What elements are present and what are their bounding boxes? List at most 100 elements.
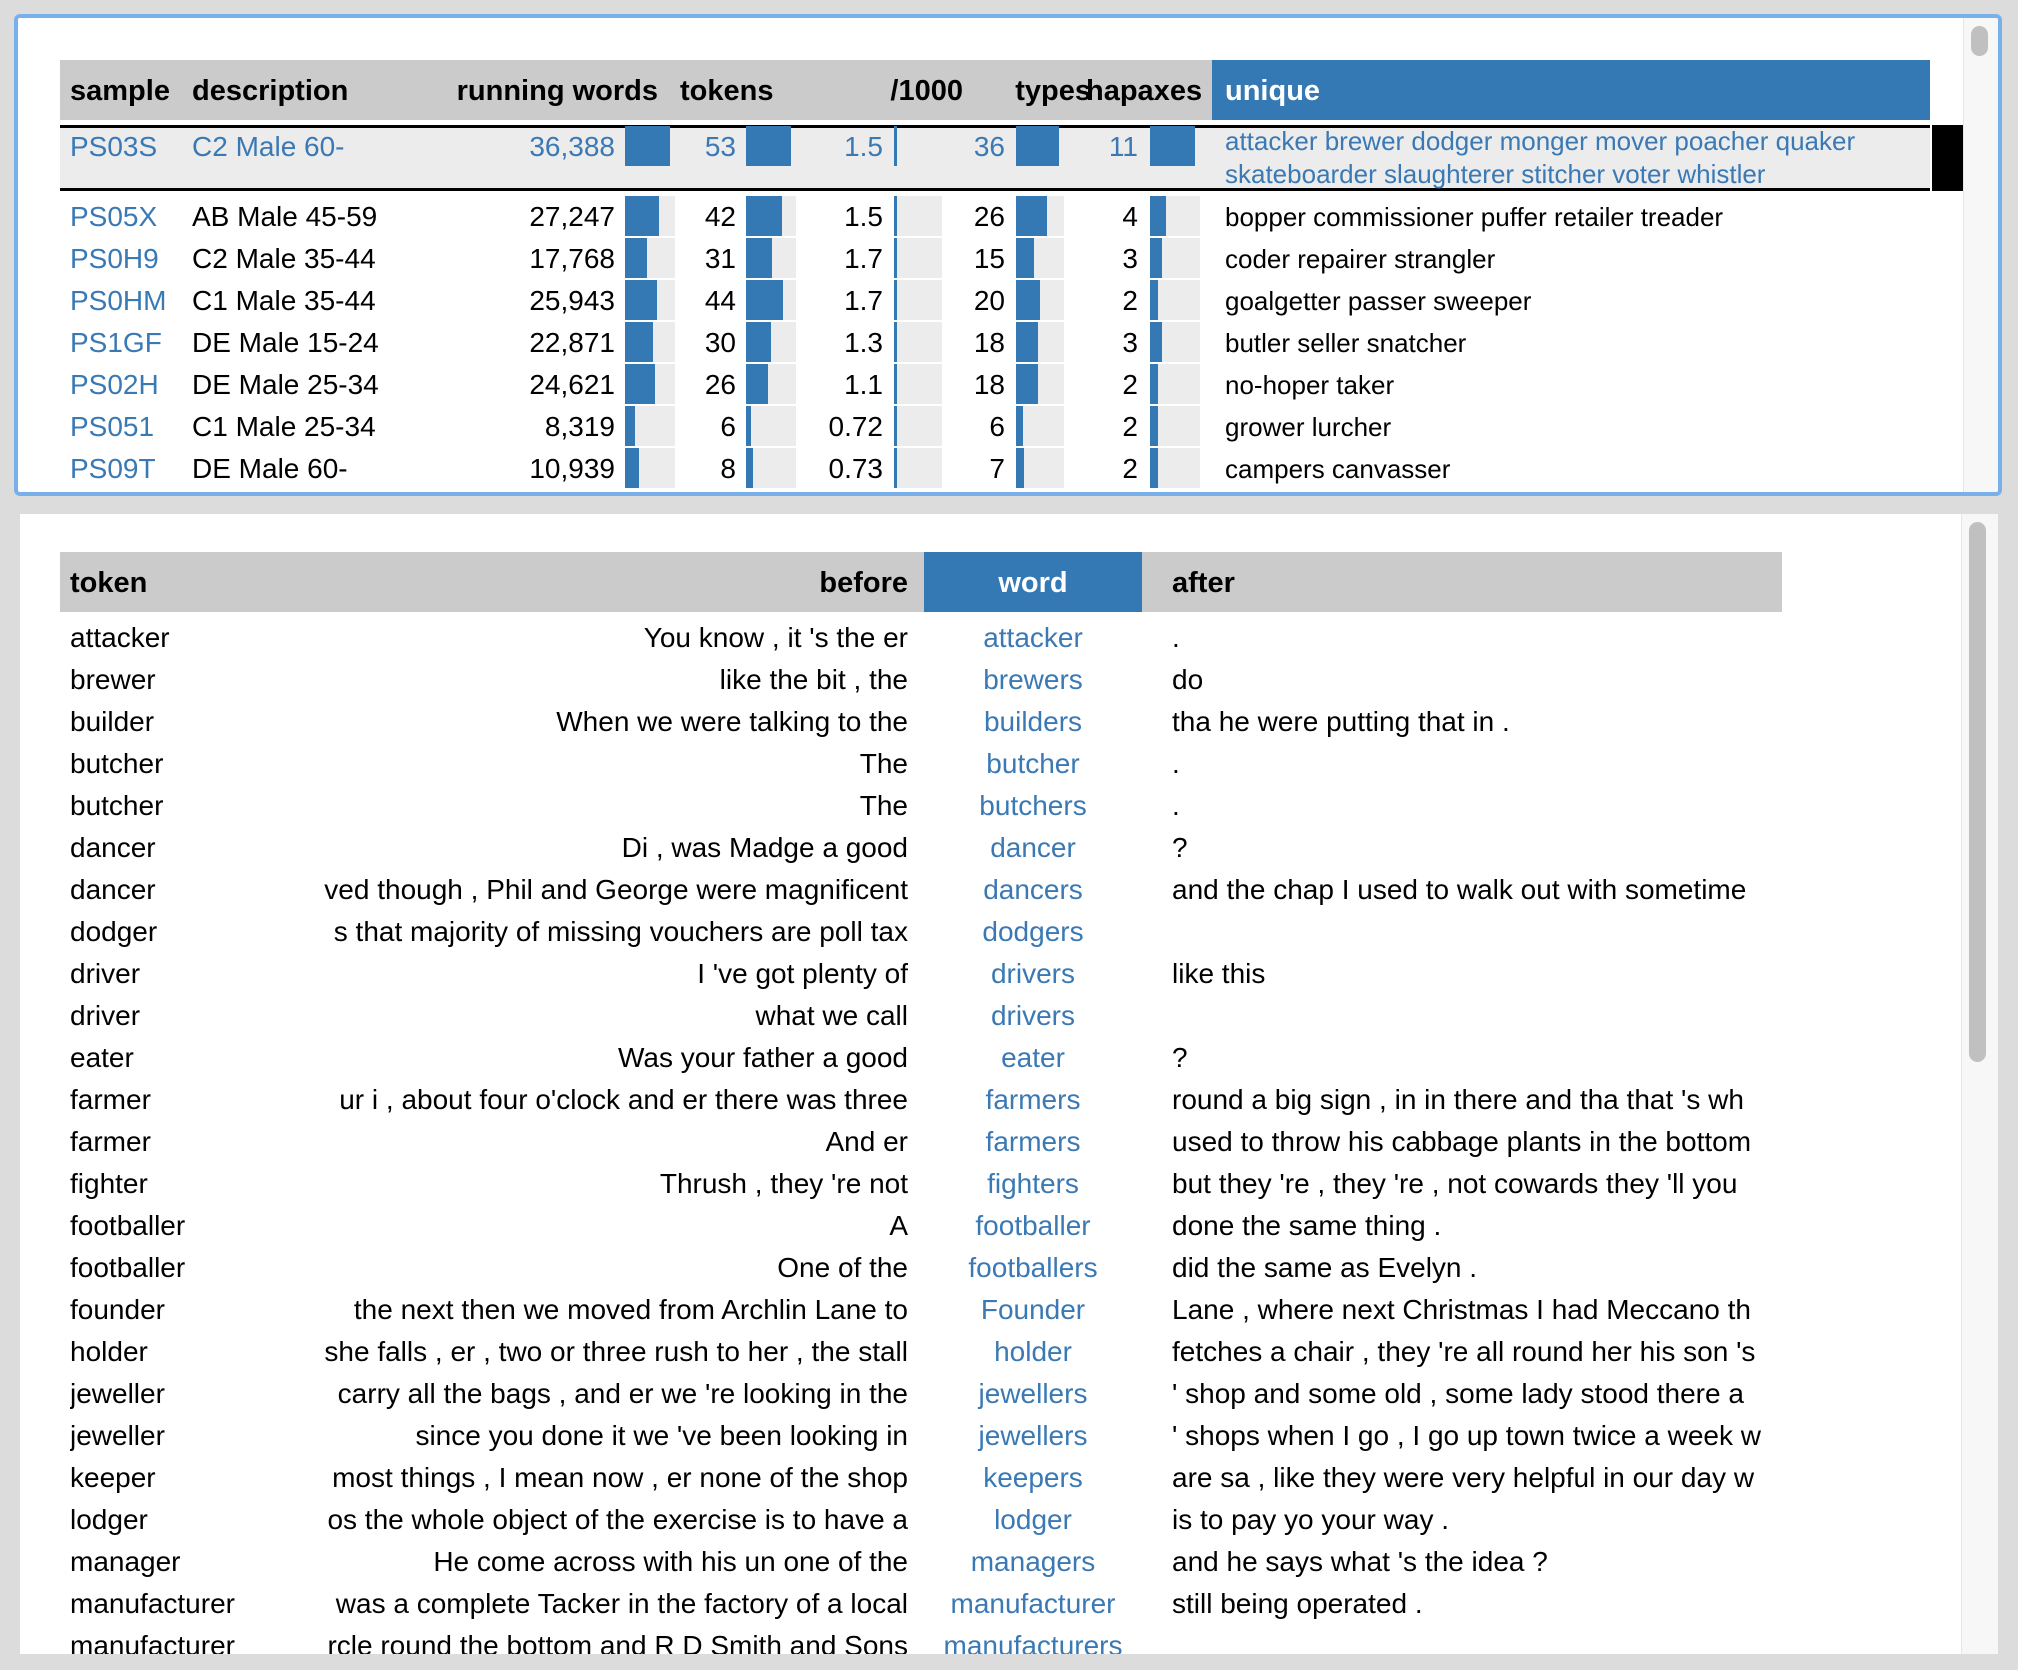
- sample-row[interactable]: PS0HM C1 Male 35-44 25,943 44 1.7 20 2 goalgett…: [60, 279, 1930, 321]
- keyword-cell[interactable]: dancer: [924, 826, 1142, 868]
- sample-row[interactable]: PS1GF DE Male 15-24 22,871 30 1.3 18 3 butler s…: [60, 321, 1930, 363]
- after-context-cell: still being operated .: [1172, 1588, 1423, 1619]
- sample-id[interactable]: PS051: [70, 405, 154, 447]
- sample-id[interactable]: PS09T: [70, 447, 156, 489]
- concordance-row[interactable]: dodger s that majority of missing voucher…: [60, 910, 1782, 952]
- concordance-row[interactable]: manufacturer rcle round the bottom and R …: [60, 1624, 1782, 1654]
- concordance-row[interactable]: footballer Afootballer done the same thing…: [60, 1204, 1782, 1246]
- sample-row[interactable]: PS05X AB Male 45-59 27,247 42 1.5 26 4 bopper c…: [60, 195, 1930, 237]
- token-cell: holder: [70, 1336, 148, 1367]
- concordance-row[interactable]: dancer Di , was Madge a good dancer?: [60, 826, 1782, 868]
- sample-id[interactable]: PS1GF: [70, 321, 162, 363]
- keyword-cell[interactable]: brewers: [924, 658, 1142, 700]
- keyword-cell[interactable]: manufacturer: [924, 1582, 1142, 1624]
- keyword-cell[interactable]: dancers: [924, 868, 1142, 910]
- keyword-cell[interactable]: footballers: [924, 1246, 1142, 1288]
- concordance-row[interactable]: founder the next then we moved from Archl…: [60, 1288, 1782, 1330]
- concordance-row[interactable]: lodger os the whole object of the exercis…: [60, 1498, 1782, 1540]
- concordance-row[interactable]: keeper most things , I mean now , er none…: [60, 1456, 1782, 1498]
- sample-description: DE Male 15-24: [192, 327, 379, 358]
- concordance-row[interactable]: holder she falls , er , two or three rush…: [60, 1330, 1782, 1372]
- column-header-after[interactable]: after: [1172, 552, 1235, 612]
- column-header-hapaxes[interactable]: hapaxes: [1086, 60, 1202, 120]
- sample-description: C1 Male 35-44: [192, 285, 376, 316]
- concordance-row[interactable]: attacker You know , it 's the er attacker.: [60, 616, 1782, 658]
- hapaxes-value: 2: [1122, 411, 1138, 442]
- column-header-sample[interactable]: sample: [70, 60, 170, 120]
- keyword-cell[interactable]: fighters: [924, 1162, 1142, 1204]
- keyword-cell[interactable]: jewellers: [924, 1414, 1142, 1456]
- sample-id[interactable]: PS02H: [70, 363, 159, 405]
- concordance-row[interactable]: butcher The butchers.: [60, 784, 1782, 826]
- column-header-types[interactable]: types: [960, 60, 1091, 120]
- keyword-cell[interactable]: eater: [924, 1036, 1142, 1078]
- concordance-row[interactable]: driver what we call drivers: [60, 994, 1782, 1036]
- concordance-row[interactable]: fighter Thrush , they 're not fighters but …: [60, 1162, 1782, 1204]
- keyword-cell[interactable]: jewellers: [924, 1372, 1142, 1414]
- keyword-cell[interactable]: footballer: [924, 1204, 1142, 1246]
- keyword-cell[interactable]: managers: [924, 1540, 1142, 1582]
- concordance-row[interactable]: farmer ur i , about four o'clock and er t…: [60, 1078, 1782, 1120]
- keyword-cell[interactable]: keepers: [924, 1456, 1142, 1498]
- keyword-cell[interactable]: attacker: [924, 616, 1142, 658]
- column-header-description[interactable]: description: [192, 60, 348, 120]
- column-header-word[interactable]: word: [924, 552, 1142, 612]
- concordance-row[interactable]: butcher The butcher.: [60, 742, 1782, 784]
- keyword-cell[interactable]: butcher: [924, 742, 1142, 784]
- sample-row[interactable]: PS051 C1 Male 25-34 8,319 6 0.72 6 2 grower lur…: [60, 405, 1930, 447]
- before-context-text: And er: [825, 1126, 909, 1157]
- value-bar-fill: [625, 364, 655, 404]
- sample-row[interactable]: PS09T DE Male 60- 10,939 8 0.73 7 2 campers can…: [60, 447, 1930, 489]
- samples-scrollbar[interactable]: [1963, 18, 1998, 492]
- concordance-row[interactable]: farmer And er farmers used to throw his cab…: [60, 1120, 1782, 1162]
- column-header-token[interactable]: token: [70, 552, 147, 612]
- value-bar: [625, 364, 675, 404]
- before-context-cell: I 've got plenty of: [282, 952, 908, 994]
- column-header-tokens[interactable]: tokens: [680, 60, 773, 120]
- concordance-scrollbar[interactable]: [1961, 514, 1998, 1654]
- value-bar: [894, 448, 942, 488]
- concordance-row[interactable]: footballer One of the footballers did the s…: [60, 1246, 1782, 1288]
- hapaxes-value: 11: [1108, 131, 1138, 162]
- keyword-cell[interactable]: dodgers: [924, 910, 1142, 952]
- concordance-row[interactable]: brewer like the bit , the brewers do: [60, 658, 1782, 700]
- sample-id[interactable]: PS0HM: [70, 279, 166, 321]
- sample-row[interactable]: PS02H DE Male 25-34 24,621 26 1.1 18 2 no-hoper…: [60, 363, 1930, 405]
- concordance-row[interactable]: driver I 've got plenty of drivers like thi…: [60, 952, 1782, 994]
- keyword-cell[interactable]: lodger: [924, 1498, 1142, 1540]
- keyword-cell[interactable]: Founder: [924, 1288, 1142, 1330]
- concordance-row[interactable]: jeweller since you done it we 've been lo…: [60, 1414, 1782, 1456]
- sample-id[interactable]: PS0H9: [70, 237, 159, 279]
- samples-scrollbar-thumb[interactable]: [1971, 26, 1988, 56]
- concordance-row[interactable]: eater Was your father a good eater?: [60, 1036, 1782, 1078]
- value-bar-fill: [746, 448, 753, 488]
- after-context-cell: ?: [1172, 1042, 1188, 1073]
- keyword-cell[interactable]: drivers: [924, 952, 1142, 994]
- keyword-cell[interactable]: manufacturers: [924, 1624, 1142, 1654]
- concordance-row[interactable]: builder When we were talking to the builde…: [60, 700, 1782, 742]
- sample-id[interactable]: PS03S: [70, 125, 157, 167]
- column-header-per1000[interactable]: /1000: [840, 60, 963, 120]
- sample-id[interactable]: PS05X: [70, 195, 157, 237]
- keyword-cell[interactable]: builders: [924, 700, 1142, 742]
- column-header-running-words[interactable]: running words: [350, 60, 658, 120]
- sample-row[interactable]: PS0H9 C2 Male 35-44 17,768 31 1.7 15 3 coder re…: [60, 237, 1930, 279]
- after-context-cell: tha he were putting that in .: [1172, 706, 1510, 737]
- keyword-cell[interactable]: farmers: [924, 1078, 1142, 1120]
- keyword-cell[interactable]: farmers: [924, 1120, 1142, 1162]
- keyword-cell[interactable]: drivers: [924, 994, 1142, 1036]
- column-header-before[interactable]: before: [282, 552, 908, 612]
- concordance-row[interactable]: manufacturer was a complete Tacker in the…: [60, 1582, 1782, 1624]
- keyword-cell[interactable]: holder: [924, 1330, 1142, 1372]
- keyword-cell[interactable]: butchers: [924, 784, 1142, 826]
- before-context-text: Was your father a good: [617, 1042, 908, 1073]
- concordance-row[interactable]: manager He come across with his un one of…: [60, 1540, 1782, 1582]
- concordance-row[interactable]: dancer ved though , Phil and George were …: [60, 868, 1782, 910]
- value-bar-fill: [1150, 238, 1162, 278]
- unique-words: coder repairer strangler: [1225, 244, 1496, 274]
- column-header-unique[interactable]: unique: [1225, 60, 1320, 120]
- types-value: 20: [973, 285, 1005, 316]
- concordance-row[interactable]: jeweller carry all the bags , and er we '…: [60, 1372, 1782, 1414]
- concordance-scrollbar-thumb[interactable]: [1969, 522, 1986, 1062]
- sample-row[interactable]: PS03S C2 Male 60- 36,388 53 1.5 36 11 attacker …: [60, 125, 1930, 191]
